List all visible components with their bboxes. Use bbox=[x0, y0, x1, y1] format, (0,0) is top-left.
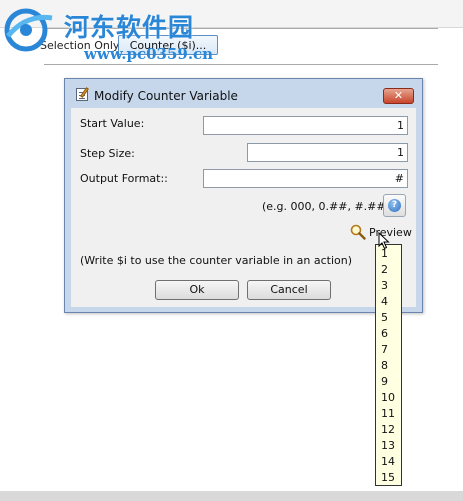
modify-counter-dialog: Modify Counter Variable ✕ Start Value: 1… bbox=[64, 78, 423, 313]
preview-list-item: 4 bbox=[381, 295, 388, 308]
preview-list-item: 5 bbox=[381, 311, 388, 324]
mouse-cursor-icon bbox=[378, 232, 390, 250]
preview-list-item: 6 bbox=[381, 327, 388, 340]
dialog-title: Modify Counter Variable bbox=[94, 89, 238, 103]
preview-list-item: 13 bbox=[381, 439, 395, 452]
preview-popup: 1 2 3 4 5 6 7 8 9 10 11 12 13 14 15 bbox=[375, 244, 402, 486]
bottom-bar bbox=[0, 491, 463, 501]
preview-list-item: 3 bbox=[381, 279, 388, 292]
format-example-text: (e.g. 000, 0.##, #.##) bbox=[262, 200, 390, 213]
help-button[interactable]: ? bbox=[383, 194, 406, 217]
preview-list-item: 12 bbox=[381, 423, 395, 436]
preview-list-item: 7 bbox=[381, 343, 388, 356]
close-button[interactable]: ✕ bbox=[383, 88, 414, 104]
output-format-label: Output Format:: bbox=[80, 172, 168, 185]
dialog-body: Start Value: 1 Step Size: 1 Output Forma… bbox=[71, 108, 416, 307]
watermark-url: www.pc0359.cn bbox=[84, 45, 214, 63]
start-value-label: Start Value: bbox=[80, 117, 145, 130]
step-size-label: Step Size: bbox=[80, 147, 135, 160]
output-format-input[interactable]: # bbox=[203, 169, 408, 188]
step-size-input[interactable]: 1 bbox=[247, 143, 408, 162]
edit-document-icon bbox=[76, 87, 89, 101]
preview-list-item: 15 bbox=[381, 471, 395, 484]
preview-link[interactable]: Preview bbox=[369, 226, 412, 239]
start-value-input[interactable]: 1 bbox=[203, 116, 408, 135]
magnifier-icon[interactable] bbox=[350, 224, 366, 240]
preview-list-item: 10 bbox=[381, 391, 395, 404]
watermark-title: 河东软件园 bbox=[64, 13, 195, 42]
watermark-logo-icon bbox=[4, 8, 53, 52]
preview-list-item: 11 bbox=[381, 407, 395, 420]
preview-list-item: 2 bbox=[381, 263, 388, 276]
divider bbox=[44, 64, 438, 65]
preview-list-item: 8 bbox=[381, 359, 388, 372]
help-icon: ? bbox=[388, 199, 401, 212]
cancel-button[interactable]: Cancel bbox=[247, 280, 331, 300]
preview-list-item: 14 bbox=[381, 455, 395, 468]
preview-list-item: 9 bbox=[381, 375, 388, 388]
hint-text: (Write $i to use the counter variable in… bbox=[80, 254, 353, 267]
ok-button[interactable]: Ok bbox=[155, 280, 239, 300]
close-icon: ✕ bbox=[393, 89, 404, 102]
dialog-titlebar[interactable]: Modify Counter Variable ✕ bbox=[65, 79, 422, 108]
